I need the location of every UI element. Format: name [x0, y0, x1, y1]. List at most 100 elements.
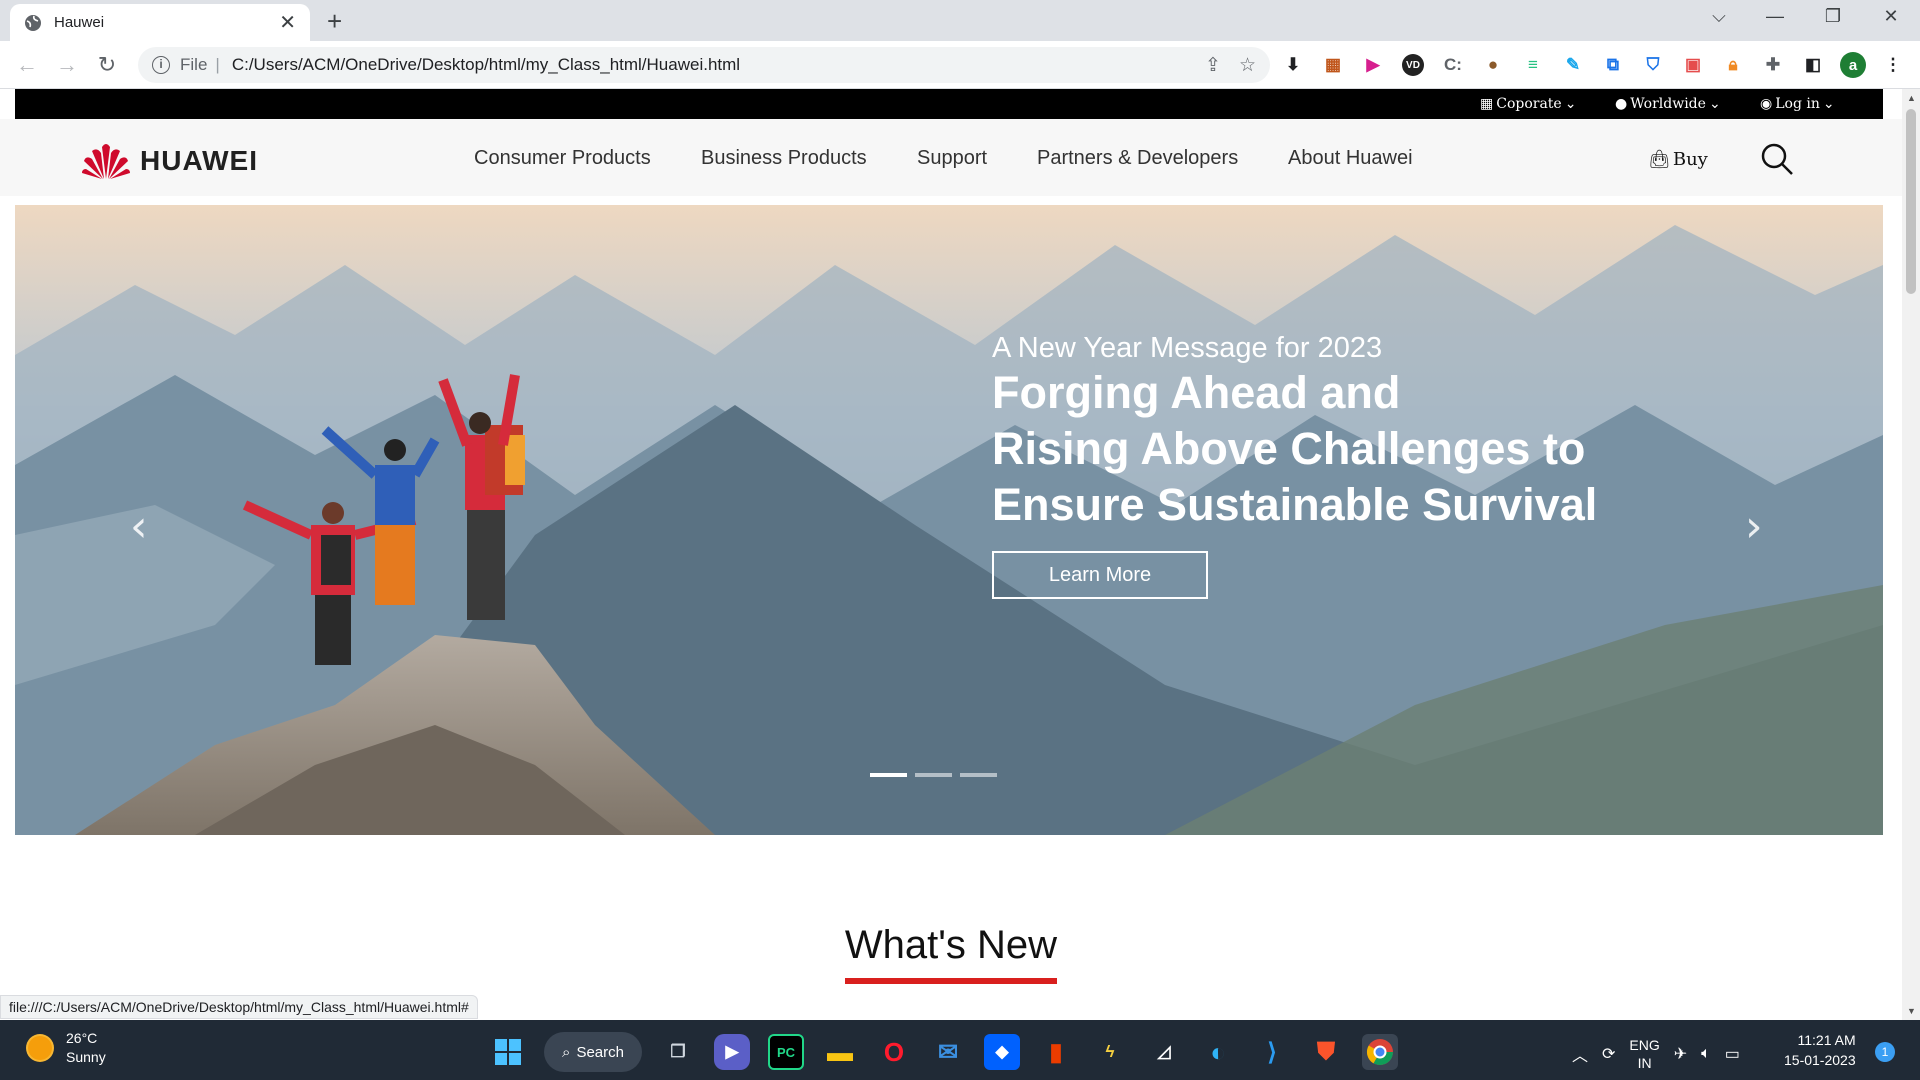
extension-pen-icon[interactable]: ✎ [1558, 51, 1588, 79]
side-panel-icon[interactable]: ◧ [1798, 51, 1828, 79]
vscode-icon[interactable]: ⟩ [1254, 1034, 1290, 1070]
reload-button[interactable]: ↻ [92, 51, 122, 79]
airplane-mode-icon[interactable]: ✈ [1674, 1044, 1687, 1064]
extension-lock-icon[interactable]: 🔒︎ [1718, 51, 1748, 79]
close-tab-icon[interactable]: ✕ [279, 13, 296, 33]
extension-bracket-icon[interactable]: C: [1438, 51, 1468, 79]
opera-icon[interactable]: O [876, 1034, 912, 1070]
office-icon[interactable]: ▮ [1038, 1034, 1074, 1070]
teams-chat-icon[interactable]: ▶ [714, 1034, 750, 1070]
volume-icon[interactable]: 🔈︎ [1701, 1045, 1711, 1063]
carousel-indicators [870, 773, 997, 777]
worldwide-label: Worldwide [1630, 96, 1706, 112]
tab-search-icon[interactable]: ⌵ [1704, 6, 1734, 27]
page-scrollbar[interactable]: ▲ ▼ [1902, 89, 1920, 1020]
huawei-logo[interactable]: HUAWEI [80, 141, 258, 181]
edge-icon[interactable]: ◐ [1200, 1034, 1236, 1070]
extensions-row: ⬇ ▦ ▶ VD C: ● ≡ ✎ ⧉ ⛉ ▣ 🔒︎ ✚ ◧ a ⋮ [1278, 51, 1908, 79]
language-code: ENG [1629, 1037, 1660, 1053]
search-icon: ⌕ [562, 1043, 571, 1061]
huawei-flower-icon [82, 144, 130, 179]
battery-icon[interactable]: ▭ [1725, 1044, 1740, 1064]
carousel-prev-arrow[interactable]: ‹ [130, 501, 148, 552]
pycharm-icon[interactable]: PC [768, 1034, 804, 1070]
nav-about-huawei[interactable]: About Huawei [1288, 147, 1413, 170]
nav-partners-developers[interactable]: Partners & Developers [1037, 147, 1238, 170]
taskbar-search-label: Search [576, 1043, 624, 1061]
bookmark-star-icon[interactable]: ☆ [1239, 54, 1256, 77]
download-icon[interactable]: ⬇ [1278, 51, 1308, 79]
utility-topbar: ▦ Coporate ⌄ ● Worldwide ⌄ ◉ Log in ⌄ [15, 89, 1883, 119]
grid-icon: ▦ [1480, 96, 1494, 112]
scroll-up-icon[interactable]: ▲ [1907, 93, 1916, 103]
language-indicator[interactable]: ENG IN [1629, 1036, 1659, 1072]
buy-label: Buy [1672, 149, 1708, 170]
anaconda-icon[interactable]: ϟ [1092, 1034, 1128, 1070]
login-dropdown[interactable]: ◉ Log in ⌄ [1760, 96, 1835, 112]
notification-badge[interactable]: 1 [1875, 1042, 1895, 1062]
extension-brick-icon[interactable]: ▦ [1318, 51, 1348, 79]
windows-start-icon[interactable] [490, 1034, 526, 1070]
carousel-dot-2[interactable] [915, 773, 952, 777]
worldwide-dropdown[interactable]: ● Worldwide ⌄ [1615, 96, 1721, 112]
brave-icon[interactable]: ⛊ [1308, 1034, 1344, 1070]
extension-lines-icon[interactable]: ≡ [1518, 51, 1548, 79]
cookie-icon[interactable]: ● [1478, 51, 1508, 79]
address-bar[interactable]: i File | C:/Users/ACM/OneDrive/Desktop/h… [138, 47, 1270, 83]
hero-subtitle: A New Year Message for 2023 [992, 332, 1383, 364]
scroll-down-icon[interactable]: ▼ [1907, 1006, 1916, 1016]
globe-icon: ● [1615, 96, 1628, 112]
notion-like-icon[interactable]: ◿ [1146, 1034, 1182, 1070]
nav-support[interactable]: Support [917, 147, 987, 170]
corporate-label: Coporate [1496, 96, 1562, 112]
system-tray: ︿ ⟳ ENG IN ✈ 🔈︎ ▭ [1572, 1036, 1740, 1072]
buy-link[interactable]: 👜︎ Buy [1648, 149, 1708, 170]
file-explorer-icon[interactable]: ▬ [822, 1034, 858, 1070]
learn-more-button[interactable]: Learn More [992, 551, 1208, 599]
extension-red-square-icon[interactable]: ▣ [1678, 51, 1708, 79]
restore-button[interactable]: ❐ [1818, 6, 1848, 27]
shield-icon[interactable]: ⛉ [1638, 51, 1668, 79]
extension-translate-icon[interactable]: ⧉ [1598, 51, 1628, 79]
chrome-icon[interactable] [1362, 1034, 1398, 1070]
task-view-icon[interactable]: ❐ [660, 1034, 696, 1070]
nav-business-products[interactable]: Business Products [701, 147, 867, 170]
close-window-button[interactable]: ✕ [1876, 6, 1906, 27]
login-label: Log in [1775, 96, 1820, 112]
chevron-up-icon[interactable]: ︿ [1572, 1042, 1588, 1066]
back-button[interactable]: ← [12, 51, 42, 79]
scrollbar-thumb[interactable] [1906, 109, 1916, 294]
carousel-next-arrow[interactable]: › [1745, 501, 1763, 552]
hero-title: Forging Ahead and Rising Above Challenge… [992, 365, 1692, 533]
search-icon[interactable] [1760, 142, 1794, 181]
browser-tab[interactable]: Hauwei ✕ [10, 4, 310, 41]
taskbar-apps: ⌕ Search ❐ ▶ PC ▬ O ✉ ◆ ▮ ϟ ◿ ◐ ⟩ ⛊ [490, 1032, 1398, 1072]
clock[interactable]: 11:21 AM 15-01-2023 [1784, 1030, 1856, 1070]
extension-play-icon[interactable]: ▶ [1358, 51, 1388, 79]
whats-new-section: What's New [0, 923, 1902, 984]
weather-widget[interactable]: 26°C Sunny [28, 1029, 106, 1067]
info-icon[interactable]: i [152, 56, 170, 74]
mail-icon[interactable]: ✉ [930, 1034, 966, 1070]
share-icon[interactable]: ⇪ [1205, 54, 1221, 77]
carousel-dot-3[interactable] [960, 773, 997, 777]
sync-icon[interactable]: ⟳ [1602, 1044, 1615, 1064]
taskbar-search-button[interactable]: ⌕ Search [544, 1032, 642, 1072]
menu-kebab-icon[interactable]: ⋮ [1878, 51, 1908, 79]
minimize-button[interactable]: — [1760, 6, 1790, 27]
link-status-bar: file:///C:/Users/ACM/OneDrive/Desktop/ht… [0, 995, 478, 1019]
page-viewport: ▦ Coporate ⌄ ● Worldwide ⌄ ◉ Log in ⌄ HU… [0, 89, 1902, 1020]
forward-button[interactable]: → [52, 51, 82, 79]
extension-vpn-icon[interactable]: VD [1398, 51, 1428, 79]
profile-avatar[interactable]: a [1838, 51, 1868, 79]
carousel-dot-1[interactable] [870, 773, 907, 777]
section-title: What's New [844, 923, 1058, 984]
dropbox-icon[interactable]: ◆ [984, 1034, 1020, 1070]
profile-initial: a [1840, 52, 1866, 78]
puzzle-icon[interactable]: ✚ [1758, 51, 1788, 79]
corporate-dropdown[interactable]: ▦ Coporate ⌄ [1480, 96, 1576, 112]
address-path: C:/Users/ACM/OneDrive/Desktop/html/my_Cl… [231, 55, 741, 74]
nav-consumer-products[interactable]: Consumer Products [474, 147, 651, 170]
browser-toolbar: ← → ↻ i File | C:/Users/ACM/OneDrive/Des… [0, 41, 1920, 89]
new-tab-button[interactable]: + [327, 8, 342, 34]
